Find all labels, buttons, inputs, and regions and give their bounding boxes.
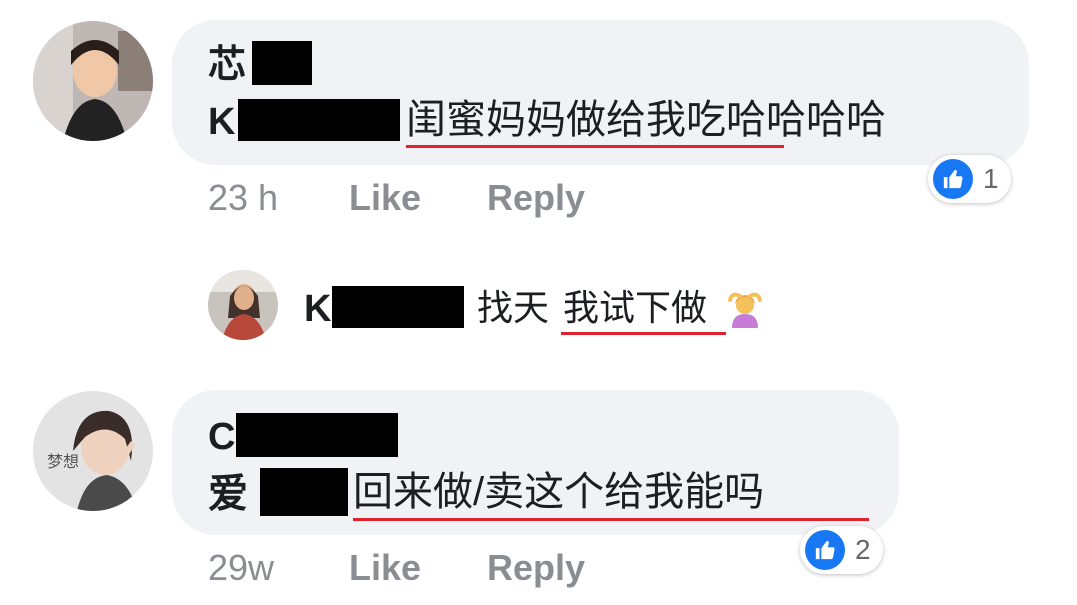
reply-text-highlighted: 我试下做 <box>563 287 708 328</box>
highlight-underline <box>406 145 784 148</box>
comment-text-prefix: 爱 <box>208 472 248 516</box>
reply-button[interactable]: Reply <box>487 550 585 586</box>
profile-photo <box>208 270 278 340</box>
highlight-underline <box>353 518 869 521</box>
reaction-count: 2 <box>855 534 871 565</box>
like-icon <box>805 530 845 570</box>
highlight-underline <box>561 332 726 335</box>
comment-text: 闺蜜妈妈做给我吃哈哈哈哈 <box>406 98 886 142</box>
redaction-bar <box>238 99 400 141</box>
reply-button[interactable]: Reply <box>487 180 585 216</box>
redaction-bar <box>332 286 464 328</box>
reaction-badge[interactable]: 2 <box>800 526 883 574</box>
profile-photo <box>33 21 153 141</box>
reply-avatar[interactable] <box>208 270 278 340</box>
comment-author[interactable]: 芯 <box>208 46 246 84</box>
comment-text: 回来做/卖这个给我能吗 <box>353 470 765 514</box>
comment-author[interactable]: C <box>208 418 235 456</box>
redaction-bar <box>236 413 398 457</box>
like-icon <box>933 159 973 199</box>
comment-text-prefix: K <box>208 101 236 143</box>
profile-photo: 梦想 <box>33 391 153 511</box>
person-gesturing-ok-emoji <box>726 290 764 328</box>
svg-text:梦想: 梦想 <box>47 452 79 471</box>
avatar[interactable]: 梦想 <box>33 391 153 511</box>
reaction-badge[interactable]: 1 <box>928 155 1011 203</box>
avatar[interactable] <box>33 21 153 141</box>
comment-timestamp[interactable]: 23 h <box>208 180 278 216</box>
redaction-bar <box>260 468 348 516</box>
comment-timestamp[interactable]: 29w <box>208 550 274 586</box>
reaction-count: 1 <box>983 163 999 194</box>
like-button[interactable]: Like <box>349 180 421 216</box>
reply-text: 找天 <box>477 287 550 328</box>
reply-author[interactable]: K <box>304 290 331 328</box>
redaction-bar <box>252 41 312 85</box>
like-button[interactable]: Like <box>349 550 421 586</box>
